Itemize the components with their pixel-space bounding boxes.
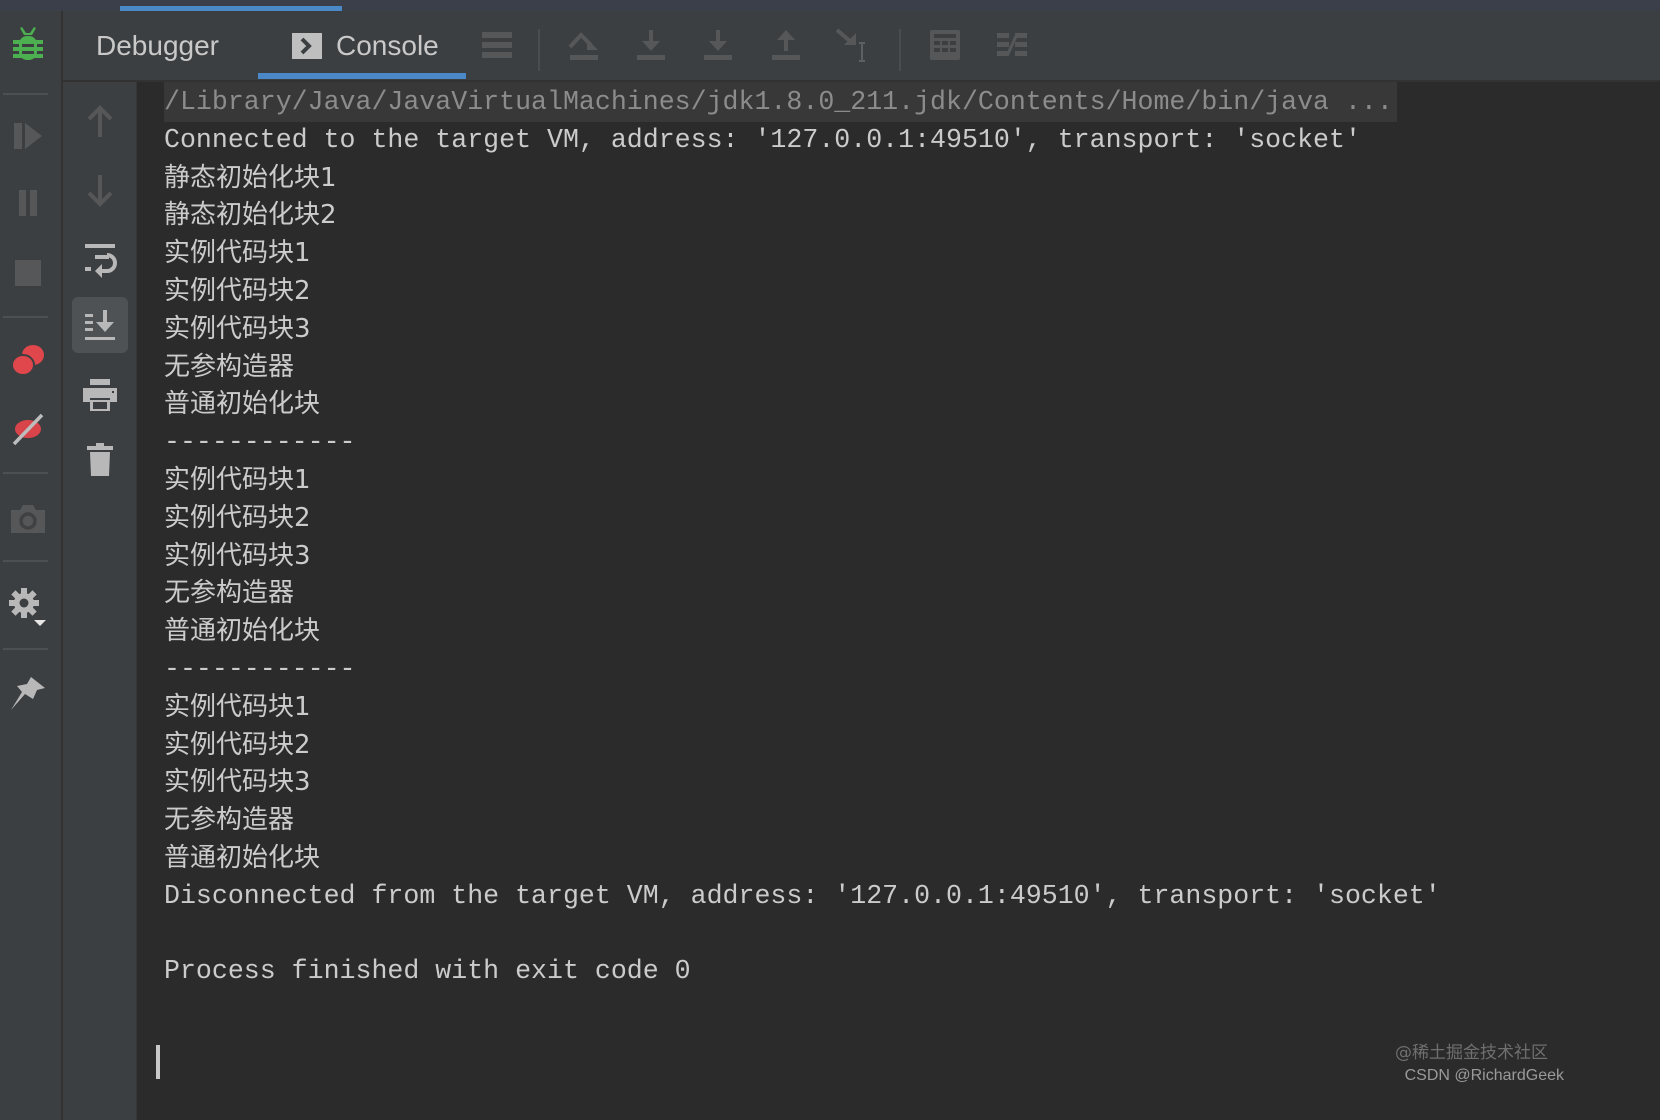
show-execution-point-icon[interactable] xyxy=(477,25,517,65)
console-line: 普通初始化块 xyxy=(164,843,321,873)
active-tab-indicator xyxy=(258,73,466,79)
title-strip xyxy=(0,0,1660,12)
console-line: ------------ xyxy=(164,654,356,684)
run-to-cursor-icon[interactable] xyxy=(833,25,873,65)
resume-program-icon[interactable] xyxy=(6,114,50,158)
console-icon xyxy=(292,32,322,59)
console-output[interactable]: /Library/Java/JavaVirtualMachines/jdk1.8… xyxy=(137,82,1660,1120)
console-line: 实例代码块2 xyxy=(164,502,311,533)
pause-program-icon[interactable] xyxy=(6,181,50,225)
separator xyxy=(3,560,48,562)
console-line: 无参构造器 xyxy=(164,351,295,382)
clear-all-icon[interactable] xyxy=(77,437,123,483)
step-over-icon[interactable] xyxy=(564,25,604,65)
debug-tool-window-header: Debugger Console xyxy=(63,11,1660,82)
tab-label: Console xyxy=(336,29,439,61)
console-line: 实例代码块1 xyxy=(164,691,311,722)
watermark-csdn: CSDN @RichardGeek xyxy=(1404,1067,1564,1084)
down-stack-trace-icon[interactable] xyxy=(77,167,123,213)
step-out-icon[interactable] xyxy=(766,25,806,65)
console-line: 普通初始化块 xyxy=(164,616,321,647)
tab-debugger[interactable]: Debugger xyxy=(96,11,219,80)
console-line: 实例代码块2 xyxy=(164,276,311,306)
console-line: Disconnected from the target VM, address… xyxy=(164,880,1441,911)
get-thread-dump-icon[interactable] xyxy=(6,497,50,541)
settings-icon[interactable] xyxy=(6,585,50,629)
tab-label: Debugger xyxy=(96,29,219,61)
debug-actions-toolbar xyxy=(0,11,63,1120)
separator xyxy=(3,472,48,474)
console-line: 实例代码块3 xyxy=(164,540,311,571)
print-icon[interactable] xyxy=(77,372,123,418)
trace-current-stream-icon[interactable] xyxy=(992,25,1032,65)
watermark-juejin: @稀土掘金技术社区 xyxy=(1395,1043,1548,1063)
toolbar-separator xyxy=(899,29,901,71)
console-line: Process finished with exit code 0 xyxy=(164,956,691,987)
console-line: Connected to the target VM, address: '12… xyxy=(164,124,1361,155)
force-step-into-icon[interactable] xyxy=(698,25,738,65)
text-cursor xyxy=(156,1045,160,1079)
console-line: ------------ xyxy=(164,427,356,458)
tab-console[interactable]: Console xyxy=(258,11,466,80)
console-line: 实例代码块2 xyxy=(164,729,311,760)
scroll-to-end-icon[interactable] xyxy=(72,297,128,353)
debug-bug-icon[interactable] xyxy=(6,23,50,67)
command-line[interactable]: /Library/Java/JavaVirtualMachines/jdk1.8… xyxy=(164,82,1397,122)
console-line: 无参构造器 xyxy=(164,805,295,836)
console-line: 实例代码块3 xyxy=(164,313,311,344)
pin-tab-icon[interactable] xyxy=(6,671,50,715)
console-line: 无参构造器 xyxy=(164,578,295,609)
console-line: 实例代码块1 xyxy=(164,238,311,269)
separator xyxy=(3,316,48,318)
mute-breakpoints-icon[interactable] xyxy=(6,407,50,451)
console-line: 普通初始化块 xyxy=(164,389,321,420)
soft-wrap-icon[interactable] xyxy=(77,237,123,283)
view-breakpoints-icon[interactable] xyxy=(6,338,50,382)
console-line: 静态初始化块2 xyxy=(164,200,337,231)
console-line: 静态初始化块1 xyxy=(164,162,337,193)
separator xyxy=(3,93,48,95)
step-into-icon[interactable] xyxy=(631,25,671,65)
console-actions-toolbar xyxy=(63,82,137,1120)
toolbar-separator xyxy=(538,29,540,71)
console-line: 实例代码块1 xyxy=(164,465,311,495)
separator xyxy=(3,648,48,650)
console-line: 实例代码块3 xyxy=(164,767,311,798)
evaluate-expression-icon[interactable] xyxy=(925,25,965,65)
up-stack-trace-icon[interactable] xyxy=(77,99,123,145)
stop-icon[interactable] xyxy=(6,251,50,295)
